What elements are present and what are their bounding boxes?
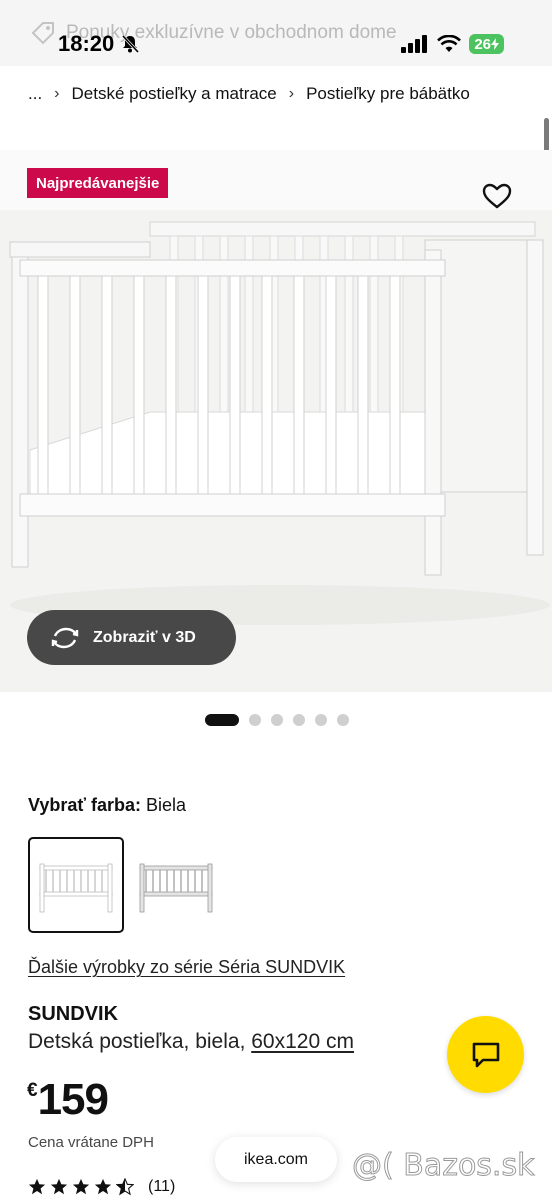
heart-icon (482, 183, 512, 209)
breadcrumb-item-baby-cribs[interactable]: Postieľky pre bábätko (306, 84, 470, 104)
charging-bolt-icon (491, 38, 499, 50)
rotate-3d-icon (51, 627, 79, 648)
gallery-pagination (205, 714, 349, 726)
half-star-icon (116, 1178, 134, 1196)
breadcrumb-item-cribs-mattresses[interactable]: Detské postieľky a matrace (72, 84, 277, 104)
color-selector-label: Vybrať farba: Biela (28, 795, 186, 816)
chevron-right-icon: › (288, 85, 295, 102)
pagination-dot-3[interactable] (271, 714, 283, 726)
star-icon (94, 1178, 112, 1195)
crib-thumbnail-white (39, 863, 113, 913)
product-rating[interactable]: (11) (28, 1178, 175, 1196)
url-text: ikea.com (243, 1150, 309, 1168)
series-link[interactable]: Ďalšie výrobky zo série Séria SUNDVIK (28, 957, 345, 978)
color-swatch-grey[interactable] (128, 837, 224, 933)
bell-muted-icon (122, 34, 140, 54)
product-description-text: Detská postieľka, biela, (28, 1030, 246, 1053)
review-count: (11) (148, 1178, 176, 1195)
breadcrumb-ellipsis[interactable]: ... (28, 84, 42, 104)
view-in-3d-label: Zobraziť v 3D (93, 628, 196, 646)
color-label-heading: Vybrať farba: (28, 795, 141, 815)
product-price: € 159 (27, 1075, 109, 1124)
product-name: SUNDVIK (28, 1003, 119, 1025)
status-indicators: 26 (401, 34, 504, 54)
product-description: Detská postieľka, biela, 60x120 cm (28, 1030, 354, 1054)
product-size-link[interactable]: 60x120 cm (251, 1030, 354, 1053)
battery-indicator: 26 (469, 34, 504, 54)
wifi-icon (437, 35, 462, 52)
breadcrumb: ... › Detské postieľky a matrace › Posti… (28, 84, 470, 104)
pagination-dot-6[interactable] (337, 714, 349, 726)
pagination-dot-2[interactable] (249, 714, 261, 726)
status-bar: Ponuky exkluzívne v obchodnom dome 18:20… (0, 0, 552, 66)
watermark: @( Bazos.sk (351, 1148, 535, 1184)
vat-note: Cena vrátane DPH (28, 1134, 154, 1151)
color-swatch-white[interactable] (28, 837, 124, 933)
time-text: 18:20 (58, 31, 115, 56)
selected-color-value: Biela (146, 795, 187, 815)
star-icon (50, 1178, 68, 1195)
chat-button[interactable] (447, 1016, 524, 1093)
chat-bubble-icon (472, 1042, 499, 1067)
signal-icon (401, 35, 428, 53)
battery-level: 26 (474, 35, 491, 53)
tag-icon (31, 22, 54, 45)
chevron-right-icon: › (54, 85, 60, 102)
bestseller-badge: Najpredávanejšie (27, 168, 169, 198)
price-currency: € (27, 1080, 38, 1101)
star-icon (72, 1178, 90, 1195)
pagination-dot-1[interactable] (205, 714, 239, 726)
crib-thumbnail-grey (139, 863, 213, 913)
status-time: 18:20 (58, 31, 140, 57)
favorite-button[interactable] (480, 180, 514, 212)
view-in-3d-button[interactable]: Zobraziť v 3D (27, 610, 236, 665)
pagination-dot-4[interactable] (293, 714, 305, 726)
browser-url-bar[interactable]: ikea.com (215, 1137, 337, 1182)
pagination-dot-5[interactable] (315, 714, 327, 726)
price-amount: 159 (37, 1075, 109, 1124)
star-icon (28, 1178, 46, 1195)
